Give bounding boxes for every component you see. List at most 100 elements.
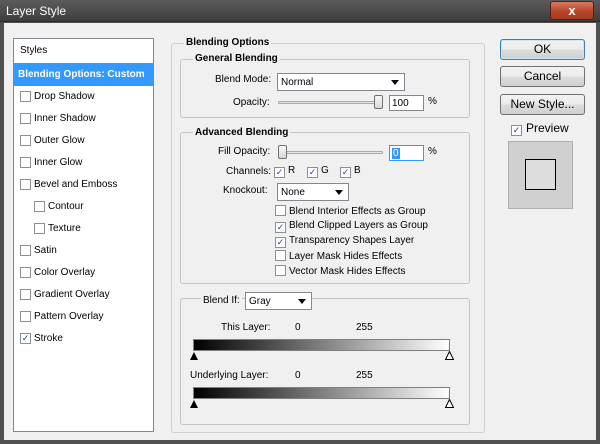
style-item-blending-options-custom[interactable]: Blending Options: Custom <box>14 64 153 86</box>
knockout-label: Knockout: <box>223 185 268 196</box>
option-checkbox[interactable] <box>275 265 286 276</box>
style-item-label: Stroke <box>34 333 63 344</box>
blend-mode-select[interactable]: Normal <box>277 73 405 91</box>
opacity-slider[interactable] <box>278 101 383 104</box>
style-item-checkbox[interactable] <box>20 267 31 278</box>
style-item-checkbox[interactable] <box>20 157 31 168</box>
style-item-checkbox[interactable] <box>20 289 31 300</box>
style-item-outer-glow[interactable]: Outer Glow <box>14 130 153 152</box>
advanced-blending-title: Advanced Blending <box>193 127 291 138</box>
option-label: Blend Clipped Layers as Group <box>289 220 428 231</box>
style-item-label: Inner Glow <box>34 157 83 168</box>
option-label: Blend Interior Effects as Group <box>289 206 426 217</box>
this-layer-low: 0 <box>295 322 301 333</box>
fill-opacity-slider-thumb[interactable] <box>278 145 287 159</box>
fill-opacity-value: 0 <box>392 148 400 159</box>
this-layer-black-slider[interactable] <box>190 352 198 360</box>
style-item-contour[interactable]: Contour <box>14 196 153 218</box>
style-item-checkbox[interactable] <box>34 223 45 234</box>
channel-b[interactable]: ✓ B <box>340 165 361 178</box>
this-layer-high: 255 <box>356 322 373 333</box>
style-item-label: Texture <box>48 223 81 234</box>
this-layer-gradient <box>193 339 450 351</box>
this-layer-white-slider[interactable] <box>445 351 454 360</box>
blend-if-group <box>180 298 470 425</box>
close-icon: x <box>568 3 576 18</box>
style-item-gradient-overlay[interactable]: Gradient Overlay <box>14 284 153 306</box>
preview-toggle[interactable]: ✓ Preview <box>511 121 569 136</box>
style-item-stroke[interactable]: ✓ Stroke <box>14 328 153 350</box>
fill-opacity-input[interactable]: 0 <box>389 145 424 161</box>
channel-r-checkbox[interactable]: ✓ <box>274 167 285 178</box>
option-label: Layer Mask Hides Effects <box>289 251 403 262</box>
opacity-input[interactable]: 100 <box>389 95 424 111</box>
style-item-texture[interactable]: Texture <box>14 218 153 240</box>
style-item-label: Gradient Overlay <box>34 289 110 300</box>
blend-mode-label: Blend Mode: <box>215 74 272 85</box>
option-vector-mask-hides-effects[interactable]: Vector Mask Hides Effects <box>275 265 406 277</box>
blend-if-select[interactable]: Gray <box>245 292 312 310</box>
style-item-checkbox[interactable] <box>20 135 31 146</box>
option-checkbox[interactable]: ✓ <box>275 237 286 248</box>
chevron-down-icon <box>335 190 343 195</box>
channel-g-checkbox[interactable]: ✓ <box>307 167 318 178</box>
channel-g[interactable]: ✓ G <box>307 165 329 178</box>
style-item-checkbox[interactable] <box>20 179 31 190</box>
underlying-layer-label: Underlying Layer: <box>190 370 269 381</box>
style-item-pattern-overlay[interactable]: Pattern Overlay <box>14 306 153 328</box>
style-item-label: Bevel and Emboss <box>34 179 118 190</box>
style-item-checkbox[interactable] <box>20 245 31 256</box>
style-item-inner-glow[interactable]: Inner Glow <box>14 152 153 174</box>
option-checkbox[interactable] <box>275 205 286 216</box>
style-item-checkbox[interactable] <box>20 113 31 124</box>
style-item-checkbox[interactable]: ✓ <box>20 333 31 344</box>
preview-label: Preview <box>526 121 569 135</box>
underlying-layer-black-slider[interactable] <box>190 400 198 408</box>
styles-items: Blending Options: Custom Drop Shadow Inner… <box>14 64 153 350</box>
close-button[interactable]: x <box>550 1 594 20</box>
channels-label: Channels: <box>226 166 272 177</box>
style-item-bevel-and-emboss[interactable]: Bevel and Emboss <box>14 174 153 196</box>
option-transparency-shapes-layer[interactable]: ✓ Transparency Shapes Layer <box>275 235 414 248</box>
option-checkbox[interactable]: ✓ <box>275 222 286 233</box>
style-item-inner-shadow[interactable]: Inner Shadow <box>14 108 153 130</box>
blending-options-title: Blending Options <box>184 37 272 48</box>
option-label: Transparency Shapes Layer <box>289 235 415 246</box>
style-item-checkbox[interactable] <box>20 311 31 322</box>
channel-g-label: G <box>321 165 329 176</box>
style-item-drop-shadow[interactable]: Drop Shadow <box>14 86 153 108</box>
this-layer-label: This Layer: <box>221 322 271 333</box>
style-item-checkbox[interactable] <box>34 201 45 212</box>
styles-header[interactable]: Styles <box>14 39 153 64</box>
opacity-slider-thumb[interactable] <box>374 95 383 109</box>
channel-r-label: R <box>288 165 296 176</box>
style-item-label: Blending Options: Custom <box>18 69 145 80</box>
style-item-label: Inner Shadow <box>34 113 96 124</box>
style-item-satin[interactable]: Satin <box>14 240 153 262</box>
underlying-layer-white-slider[interactable] <box>445 399 454 408</box>
knockout-select[interactable]: None <box>277 183 349 201</box>
style-item-checkbox[interactable] <box>20 91 31 102</box>
styles-list: Styles Blending Options: Custom Drop Shad… <box>13 38 154 432</box>
underlying-layer-high: 255 <box>356 370 373 381</box>
option-checkbox[interactable] <box>275 250 286 261</box>
option-blend-clipped-layers-as-group[interactable]: ✓ Blend Clipped Layers as Group <box>275 220 428 233</box>
fill-opacity-slider[interactable] <box>278 151 383 154</box>
option-blend-interior-effects-as-group[interactable]: Blend Interior Effects as Group <box>275 205 426 217</box>
style-item-label: Satin <box>34 245 57 256</box>
preview-checkbox[interactable]: ✓ <box>511 125 522 136</box>
new-style-button[interactable]: New Style... <box>500 94 585 115</box>
channel-b-checkbox[interactable]: ✓ <box>340 167 351 178</box>
knockout-value: None <box>281 187 305 198</box>
chevron-down-icon <box>298 299 306 304</box>
opacity-label: Opacity: <box>233 97 270 108</box>
general-blending-title: General Blending <box>193 53 280 64</box>
ok-button[interactable]: OK <box>500 39 585 60</box>
preview-shape <box>525 159 556 190</box>
fill-opacity-unit: % <box>428 146 437 157</box>
channel-r[interactable]: ✓ R <box>274 165 295 178</box>
style-item-color-overlay[interactable]: Color Overlay <box>14 262 153 284</box>
cancel-button[interactable]: Cancel <box>500 66 585 87</box>
style-item-label: Pattern Overlay <box>34 311 104 322</box>
option-layer-mask-hides-effects[interactable]: Layer Mask Hides Effects <box>275 250 402 262</box>
